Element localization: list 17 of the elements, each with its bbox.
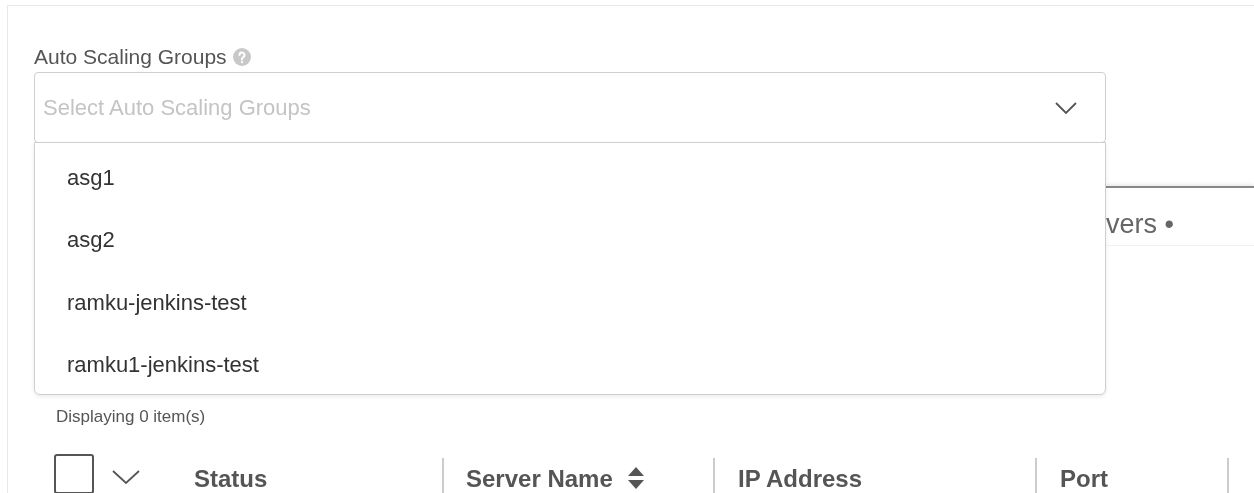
- dropdown-option[interactable]: ramku1-jenkins-test: [35, 333, 1105, 396]
- column-header[interactable]: Status: [194, 463, 268, 493]
- column-header[interactable]: IP Address: [738, 463, 863, 493]
- sort-icon[interactable]: [626, 465, 645, 490]
- select-all-checkbox[interactable]: [54, 453, 94, 493]
- help-icon: [232, 48, 251, 66]
- placeholder: Select Auto Scaling Groups: [43, 94, 311, 122]
- chevron-down-icon: [1055, 101, 1077, 114]
- field-label: Auto Scaling Groups: [34, 44, 227, 71]
- dropdown-option[interactable]: asg2: [35, 208, 1105, 271]
- column-header[interactable]: Port: [1060, 463, 1108, 493]
- chevron-down-icon[interactable]: [112, 469, 140, 484]
- item-count: Displaying 0 item(s): [56, 407, 206, 426]
- panel-title: vers •: [1106, 209, 1174, 239]
- column-header[interactable]: Server Name: [466, 463, 613, 493]
- dropdown-option[interactable]: ramku-jenkins-test: [35, 271, 1105, 334]
- dropdown-option[interactable]: asg1: [35, 146, 1105, 209]
